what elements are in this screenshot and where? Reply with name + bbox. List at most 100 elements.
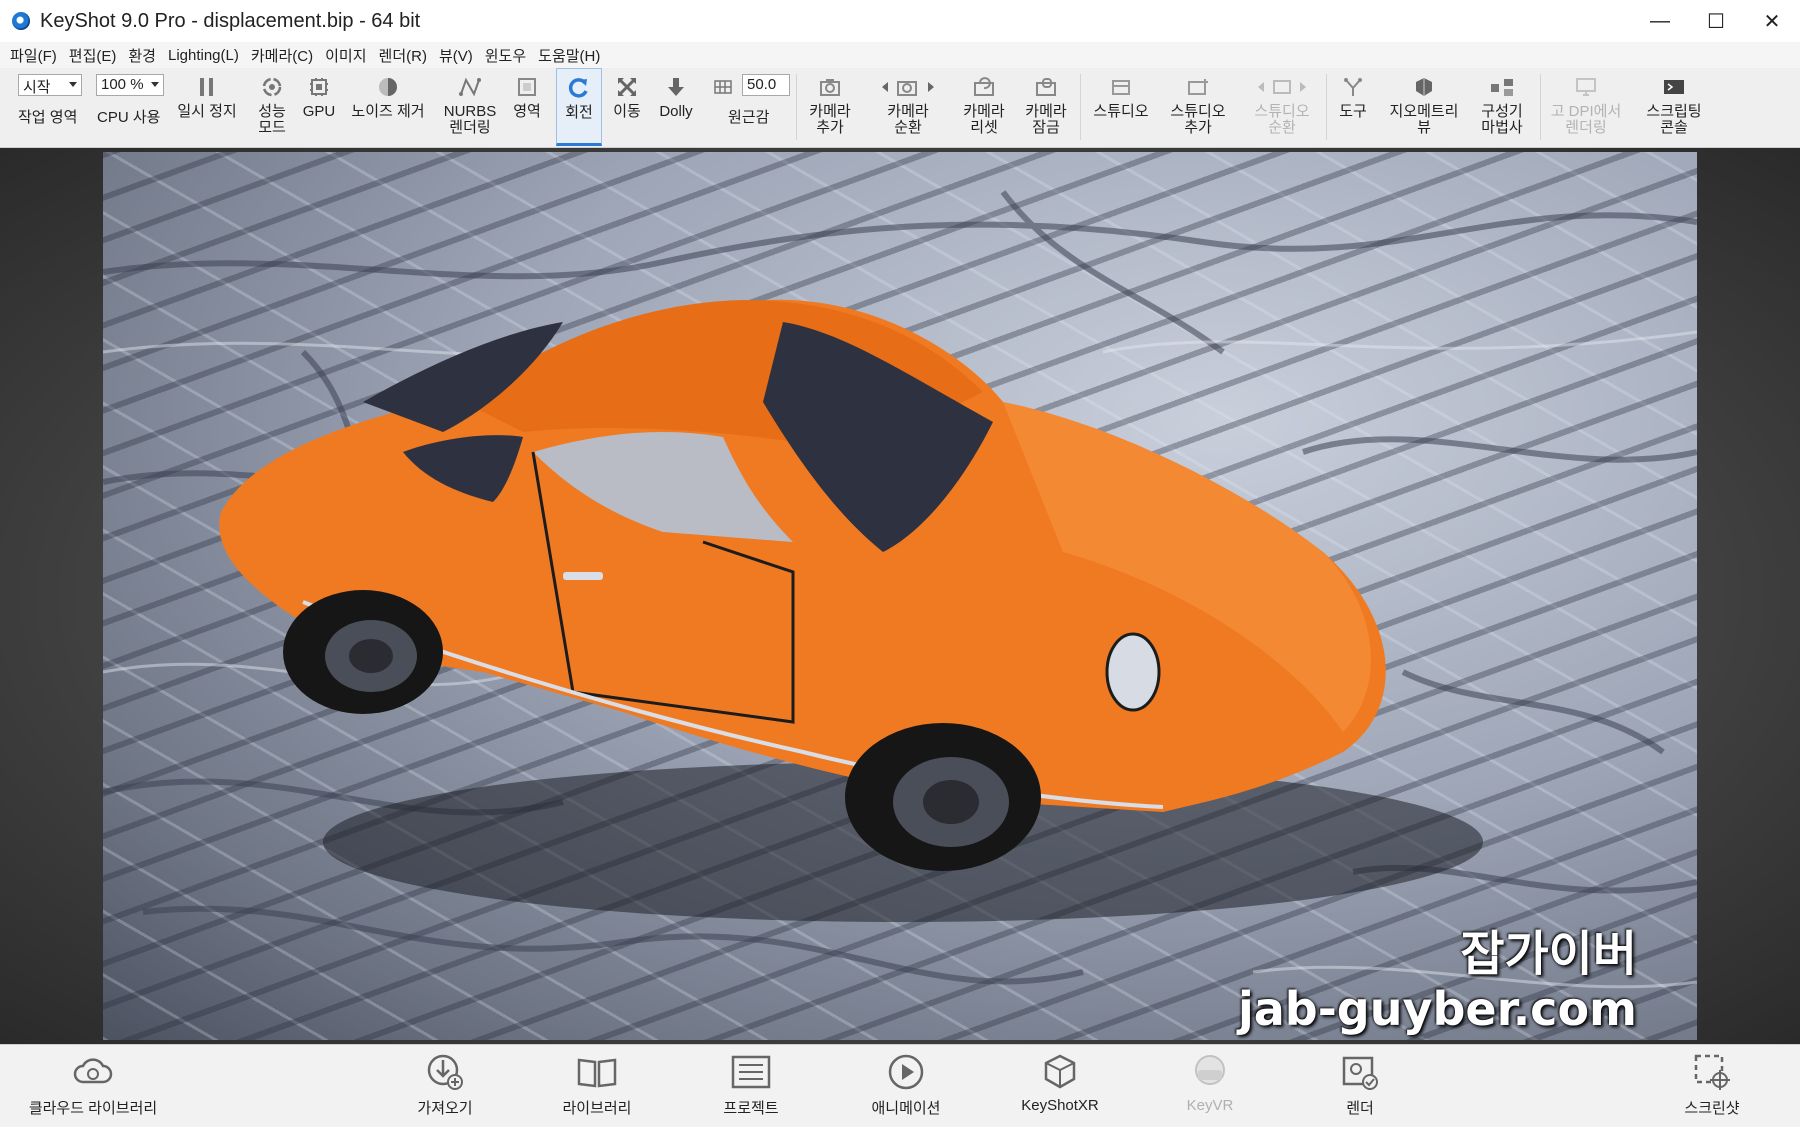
cpu-usage-value: 100 % bbox=[101, 76, 144, 93]
denoise-label: 노이즈 제거 bbox=[351, 103, 425, 120]
reset-camera-label: 카메라 리셋 bbox=[963, 103, 1005, 136]
rotate-label: 회전 bbox=[565, 104, 593, 121]
cycle-studio-label: 스튜디오 순환 bbox=[1254, 103, 1310, 136]
menu-lighting[interactable]: Lighting(L) bbox=[168, 47, 239, 64]
gpu-button[interactable]: GPU bbox=[298, 68, 340, 146]
keyshotxr-button[interactable]: KeyShotXR bbox=[1010, 1049, 1110, 1125]
menu-file[interactable]: 파일(F) bbox=[10, 45, 57, 66]
gpu-label: GPU bbox=[302, 103, 336, 120]
workspace-label: 작업 영역 bbox=[18, 109, 78, 126]
minimize-button[interactable]: — bbox=[1632, 0, 1688, 42]
denoise-button[interactable]: 노이즈 제거 bbox=[346, 68, 430, 146]
nurbs-curve-icon bbox=[458, 72, 482, 102]
close-button[interactable]: ✕ bbox=[1744, 0, 1800, 42]
add-studio-label: 스튜디오 추가 bbox=[1170, 103, 1226, 136]
pause-button[interactable]: 일시 정지 bbox=[172, 68, 242, 146]
chevron-down-icon bbox=[69, 82, 77, 87]
render-button[interactable]: 렌더 bbox=[1320, 1049, 1400, 1125]
menu-window[interactable]: 윈도우 bbox=[485, 45, 526, 66]
perspective-grid-icon bbox=[713, 72, 733, 102]
keyshotxr-label: KeyShotXR bbox=[1021, 1097, 1099, 1114]
configurator-wizard-button[interactable]: 구성기 마법사 bbox=[1470, 68, 1534, 146]
performance-mode-icon bbox=[261, 72, 283, 102]
pan-label: 이동 bbox=[613, 103, 641, 120]
perspective-grid-button[interactable] bbox=[706, 68, 740, 146]
high-dpi-render-label: 고 DPI에서 렌더링 bbox=[1550, 103, 1622, 136]
pause-label: 일시 정지 bbox=[177, 103, 237, 120]
rotate-icon bbox=[567, 73, 591, 103]
reset-camera-button[interactable]: 카메라 리셋 bbox=[956, 68, 1012, 146]
toolbar-divider bbox=[1540, 74, 1541, 140]
toolbar-divider bbox=[1080, 74, 1081, 140]
pan-button[interactable]: 이동 bbox=[606, 68, 648, 146]
studio-icon bbox=[1110, 72, 1132, 102]
lock-camera-icon bbox=[1034, 72, 1058, 102]
menu-camera[interactable]: 카메라(C) bbox=[251, 45, 313, 66]
menu-help[interactable]: 도움말(H) bbox=[538, 45, 600, 66]
orange-car-render bbox=[103, 190, 1697, 989]
add-camera-label: 카메라 추가 bbox=[809, 103, 851, 136]
monitor-icon bbox=[1574, 72, 1598, 102]
nurbs-render-label: NURBS 렌더링 bbox=[443, 103, 497, 136]
performance-mode-label: 성능 모드 bbox=[258, 103, 286, 136]
keyvr-button[interactable]: KeyVR bbox=[1170, 1049, 1250, 1125]
vr-headset-icon bbox=[1190, 1049, 1230, 1095]
high-dpi-render-button[interactable]: 고 DPI에서 렌더링 bbox=[1544, 68, 1628, 146]
cpu-usage-select[interactable]: 100 % bbox=[96, 74, 164, 96]
cycle-camera-icon bbox=[878, 72, 938, 102]
perspective-label: 원근감 bbox=[728, 109, 770, 126]
studio-button[interactable]: 스튜디오 bbox=[1086, 68, 1156, 146]
workspace-select[interactable]: 시작 bbox=[18, 74, 82, 96]
tools-button[interactable]: 도구 bbox=[1332, 68, 1374, 146]
realtime-render-image[interactable]: 잡가이버 jab-guyber.com bbox=[103, 152, 1697, 1040]
gpu-chip-icon bbox=[308, 72, 330, 102]
screenshot-button[interactable]: 스크린샷 bbox=[1672, 1049, 1752, 1125]
render-check-icon bbox=[1340, 1049, 1380, 1095]
keyshot-app-window: KeyShot 9.0 Pro - displacement.bip - 64 … bbox=[0, 0, 1800, 1127]
library-button[interactable]: 라이브러리 bbox=[552, 1049, 642, 1125]
cycle-studio-button[interactable]: 스튜디오 순환 bbox=[1244, 68, 1320, 146]
lock-camera-button[interactable]: 카메라 잠금 bbox=[1018, 68, 1074, 146]
site-watermark: 잡가이버 jab-guyber.com bbox=[1238, 926, 1637, 1036]
menu-image[interactable]: 이미지 bbox=[325, 45, 366, 66]
cycle-camera-label: 카메라 순환 bbox=[887, 103, 929, 136]
geometry-view-button[interactable]: 지오메트리 뷰 bbox=[1384, 68, 1464, 146]
region-icon bbox=[516, 72, 538, 102]
project-button[interactable]: 프로젝트 bbox=[706, 1049, 796, 1125]
dolly-label: Dolly bbox=[659, 103, 693, 120]
render-viewport[interactable]: 잡가이버 jab-guyber.com bbox=[0, 148, 1800, 1044]
project-label: 프로젝트 bbox=[723, 1100, 779, 1117]
play-circle-icon bbox=[886, 1049, 926, 1095]
performance-mode-button[interactable]: 성능 모드 bbox=[250, 68, 294, 146]
tools-icon bbox=[1342, 72, 1364, 102]
window-controls: — ☐ ✕ bbox=[1632, 0, 1800, 42]
maximize-button[interactable]: ☐ bbox=[1688, 0, 1744, 42]
import-button[interactable]: 가져오기 bbox=[400, 1049, 490, 1125]
project-list-icon bbox=[729, 1049, 773, 1095]
screenshot-crosshair-icon bbox=[1692, 1049, 1732, 1095]
workspace-select-value: 시작 bbox=[23, 79, 51, 96]
perspective-input[interactable]: 50.0 bbox=[742, 74, 790, 96]
rotate-button[interactable]: 회전 bbox=[556, 68, 602, 146]
menu-view[interactable]: 뷰(V) bbox=[439, 45, 473, 66]
add-camera-button[interactable]: 카메라 추가 bbox=[802, 68, 858, 146]
chevron-down-icon bbox=[151, 82, 159, 87]
menu-environment[interactable]: 환경 bbox=[128, 45, 156, 66]
cycle-camera-button[interactable]: 카메라 순환 bbox=[872, 68, 944, 146]
watermark-url: jab-guyber.com bbox=[1237, 982, 1637, 1036]
animation-label: 애니메이션 bbox=[871, 1100, 941, 1117]
cloud-library-button[interactable]: 클라우드 라이브러리 bbox=[18, 1049, 168, 1125]
dolly-button[interactable]: Dolly bbox=[652, 68, 700, 146]
toolbar-divider bbox=[1326, 74, 1327, 140]
animation-button[interactable]: 애니메이션 bbox=[856, 1049, 956, 1125]
nurbs-render-button[interactable]: NURBS 렌더링 bbox=[440, 68, 500, 146]
title-bar: KeyShot 9.0 Pro - displacement.bip - 64 … bbox=[0, 0, 1800, 42]
menu-edit[interactable]: 편집(E) bbox=[69, 45, 117, 66]
menu-bar: 파일(F) 편집(E) 환경 Lighting(L) 카메라(C) 이미지 렌더… bbox=[0, 42, 1800, 68]
studio-label: 스튜디오 bbox=[1093, 103, 1149, 120]
pause-icon bbox=[198, 72, 216, 102]
scripting-console-button[interactable]: 스크립팅 콘솔 bbox=[1636, 68, 1712, 146]
region-button[interactable]: 영역 bbox=[508, 68, 546, 146]
menu-render[interactable]: 렌더(R) bbox=[379, 45, 427, 66]
add-studio-button[interactable]: 스튜디오 추가 bbox=[1162, 68, 1234, 146]
